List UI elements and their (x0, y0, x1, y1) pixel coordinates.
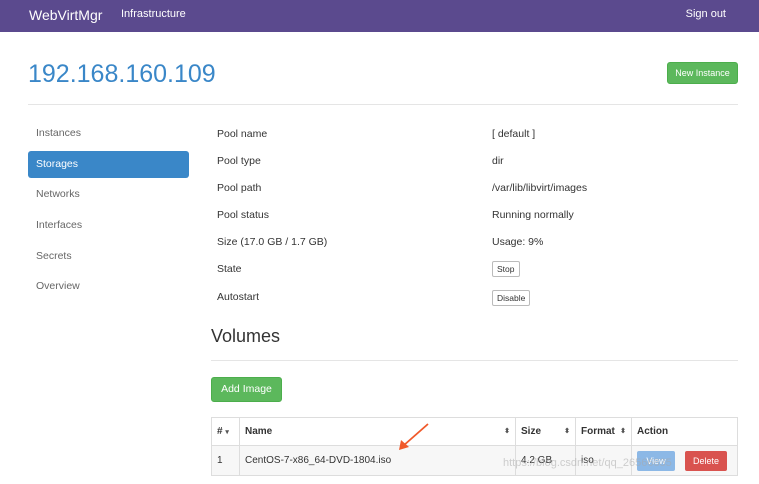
autostart-label: Autostart (217, 291, 260, 303)
pool-path-label: Pool path (217, 182, 262, 194)
column-header-size[interactable]: Size ⬍ (515, 417, 576, 446)
pool-type-label: Pool type (217, 155, 261, 167)
brand-link[interactable]: WebVirtMgr (29, 7, 102, 23)
sort-icon: ⬍ (620, 428, 626, 435)
row-name: CentOS-7-x86_64-DVD-1804.iso (239, 445, 516, 476)
header-divider (28, 104, 738, 105)
column-header-action: Action (631, 417, 738, 446)
pool-status-value: Running normally (492, 209, 574, 221)
column-header-index[interactable]: # ▾ (211, 417, 240, 446)
page-title: 192.168.160.109 (28, 60, 216, 88)
top-navbar: WebVirtMgr Infrastructure Sign out (0, 0, 759, 32)
pool-size-label: Size (17.0 GB / 1.7 GB) (217, 236, 328, 248)
table-header-row: # ▾ Name ⬍ Size ⬍ Format ⬍ Action (211, 417, 738, 446)
annotation-arrow-icon (399, 423, 429, 450)
volumes-heading: Volumes (211, 326, 281, 346)
sidebar-nav: Instances Storages Networks Interfaces S… (28, 120, 189, 304)
pool-path-value: /var/lib/libvirt/images (492, 182, 588, 194)
add-image-button[interactable]: Add Image (211, 377, 282, 402)
sort-caret-icon: ▾ (225, 429, 229, 436)
sort-icon: ⬍ (564, 428, 570, 435)
volumes-divider (211, 360, 738, 361)
stop-button[interactable]: Stop (492, 261, 520, 277)
pool-type-value: dir (492, 155, 504, 167)
sidebar-item-overview[interactable]: Overview (28, 273, 189, 300)
sign-out-link[interactable]: Sign out (686, 8, 726, 20)
pool-usage-value: Usage: 9% (492, 236, 544, 248)
delete-button[interactable]: Delete (685, 450, 727, 471)
watermark: https://blog.csdn.net/qq_26566835 (503, 457, 672, 469)
sort-icon: ⬍ (504, 428, 510, 435)
sidebar-item-storages[interactable]: Storages (28, 150, 189, 178)
new-instance-button[interactable]: New Instance (667, 62, 738, 84)
pool-name-label: Pool name (217, 128, 268, 140)
nav-link-infrastructure[interactable]: Infrastructure (121, 8, 186, 20)
sidebar-item-interfaces[interactable]: Interfaces (28, 212, 189, 239)
state-label: State (217, 263, 242, 275)
row-index: 1 (211, 445, 240, 476)
sidebar-item-secrets[interactable]: Secrets (28, 243, 189, 270)
sidebar-item-instances[interactable]: Instances (28, 120, 189, 147)
column-header-name[interactable]: Name ⬍ (239, 417, 516, 446)
disable-autostart-button[interactable]: Disable (492, 290, 531, 306)
column-header-format[interactable]: Format ⬍ (575, 417, 632, 446)
pool-status-label: Pool status (217, 209, 269, 221)
sidebar-item-networks[interactable]: Networks (28, 181, 189, 208)
pool-name-value: [ default ] (492, 128, 536, 140)
